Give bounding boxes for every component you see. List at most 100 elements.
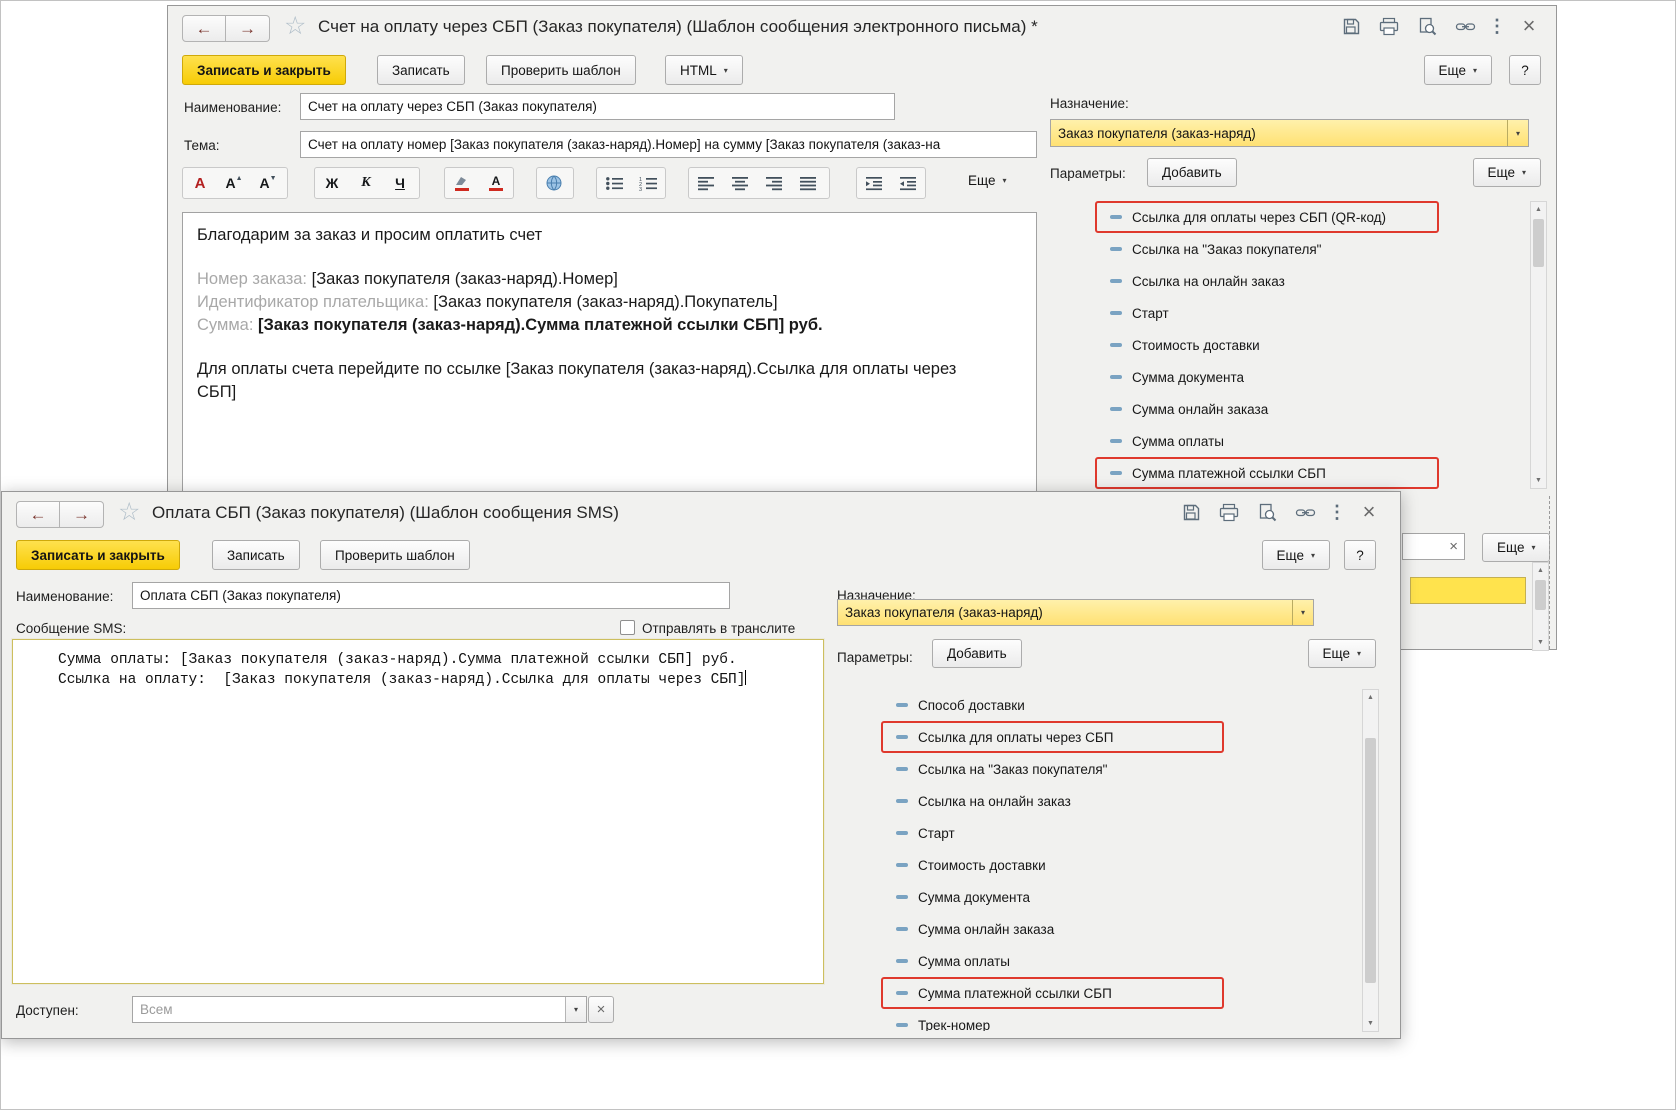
- partial-input[interactable]: ×: [1402, 533, 1465, 560]
- insert-picture-button[interactable]: [537, 168, 571, 198]
- parameter-item[interactable]: Ссылка для оплаты через СБП (QR-код): [1095, 201, 1530, 233]
- underline-button[interactable]: Ч: [383, 168, 417, 198]
- indent-decrease-button[interactable]: [891, 168, 925, 198]
- parameter-item[interactable]: Старт: [881, 817, 1362, 849]
- bold-button[interactable]: Ж: [315, 168, 349, 198]
- check-template-button[interactable]: Проверить шаблон: [486, 55, 636, 85]
- clear-icon[interactable]: ×: [1449, 538, 1458, 555]
- align-right-button[interactable]: [757, 168, 791, 198]
- name-input[interactable]: Счет на оплату через СБП (Заказ покупате…: [300, 93, 895, 120]
- html-mode-button[interactable]: HTML ▾: [665, 55, 743, 85]
- link-icon[interactable]: [1454, 16, 1476, 36]
- clear-available-button[interactable]: ×: [588, 996, 614, 1023]
- scroll-up-icon[interactable]: ▲: [1531, 202, 1546, 217]
- parameter-item[interactable]: Ссылка на онлайн заказ: [1095, 265, 1530, 297]
- parameter-item[interactable]: Сумма платежной ссылки СБП: [1095, 457, 1530, 489]
- scroll-down-icon[interactable]: ▼: [1533, 635, 1548, 650]
- parameter-item[interactable]: Сумма документа: [881, 881, 1362, 913]
- parameter-item[interactable]: Ссылка для оплаты через СБП: [881, 721, 1362, 753]
- help-button[interactable]: ?: [1509, 55, 1541, 85]
- save-icon[interactable]: [1340, 16, 1362, 36]
- parameter-item[interactable]: Старт: [1095, 297, 1530, 329]
- translit-checkbox[interactable]: [620, 620, 635, 635]
- back-button[interactable]: ←: [16, 501, 60, 528]
- preview-icon[interactable]: [1416, 16, 1438, 36]
- params-more-button[interactable]: Еще ▾: [1307, 639, 1376, 668]
- close-icon[interactable]: ×: [1358, 499, 1380, 524]
- increase-font-button[interactable]: А ▲: [217, 168, 251, 198]
- more-button[interactable]: Еще ▾: [1423, 55, 1492, 85]
- parameter-item[interactable]: Стоимость доставки: [881, 849, 1362, 881]
- name-input[interactable]: Оплата СБП (Заказ покупателя): [132, 582, 730, 609]
- purpose-combobox[interactable]: Заказ покупателя (заказ-наряд) ▾: [1050, 119, 1529, 147]
- parameter-item[interactable]: Стоимость доставки: [1095, 329, 1530, 361]
- chevron-down-icon[interactable]: ▾: [565, 997, 586, 1022]
- italic-button[interactable]: К: [349, 168, 383, 198]
- scrollbar-thumb[interactable]: [1533, 219, 1544, 267]
- format-more-button[interactable]: Еще ▾: [968, 173, 1006, 188]
- link-icon[interactable]: [1294, 502, 1316, 522]
- scroll-up-icon[interactable]: ▲: [1363, 690, 1378, 705]
- indent-increase-button[interactable]: [857, 168, 891, 198]
- align-left-button[interactable]: [689, 168, 723, 198]
- more-menu-icon[interactable]: ⋮: [1328, 502, 1346, 522]
- available-combobox[interactable]: Всем ▾: [132, 996, 587, 1023]
- favorite-star-icon[interactable]: ☆: [118, 498, 140, 526]
- decrease-font-button[interactable]: А ▼: [251, 168, 285, 198]
- more-menu-icon[interactable]: ⋮: [1488, 16, 1506, 36]
- save-close-button[interactable]: Записать и закрыть: [182, 55, 346, 85]
- save-icon[interactable]: [1180, 502, 1202, 522]
- parameter-item[interactable]: Ссылка на "Заказ покупателя": [1095, 233, 1530, 265]
- scroll-up-icon[interactable]: ▲: [1533, 563, 1548, 578]
- add-parameter-button[interactable]: Добавить: [1147, 158, 1237, 187]
- numbered-list-button[interactable]: 123: [631, 168, 665, 198]
- highlight-color-button[interactable]: [445, 168, 479, 198]
- parameter-item[interactable]: Сумма оплаты: [881, 945, 1362, 977]
- favorite-star-icon[interactable]: ☆: [284, 12, 306, 40]
- back-button[interactable]: ←: [182, 15, 226, 42]
- align-justify-button[interactable]: [791, 168, 825, 198]
- more-button[interactable]: Еще ▾: [1261, 540, 1330, 570]
- parameter-item[interactable]: Сумма оплаты: [1095, 425, 1530, 457]
- preview-icon[interactable]: [1256, 502, 1278, 522]
- text-color-button[interactable]: А: [479, 168, 513, 198]
- parameter-item[interactable]: Ссылка на "Заказ покупателя": [881, 753, 1362, 785]
- email-params-scrollbar[interactable]: ▲ ▼: [1530, 201, 1547, 489]
- partial-scrollbar[interactable]: ▲ ▼: [1532, 562, 1549, 651]
- print-icon[interactable]: [1218, 502, 1240, 522]
- chevron-down-icon[interactable]: ▾: [1507, 120, 1528, 146]
- save-button[interactable]: Записать: [212, 540, 300, 570]
- save-button[interactable]: Записать: [377, 55, 465, 85]
- subject-input[interactable]: Счет на оплату номер [Заказ покупателя (…: [300, 131, 1037, 158]
- scrollbar-thumb[interactable]: [1535, 580, 1546, 610]
- bullet-list-button[interactable]: [597, 168, 631, 198]
- purpose-combobox[interactable]: Заказ покупателя (заказ-наряд) ▾: [837, 599, 1314, 626]
- chevron-down-icon[interactable]: ▾: [1292, 600, 1313, 625]
- parameter-item[interactable]: Способ доставки: [881, 689, 1362, 721]
- font-color-button[interactable]: А: [183, 168, 217, 198]
- scrollbar-thumb[interactable]: [1365, 738, 1376, 983]
- scroll-down-icon[interactable]: ▼: [1363, 1016, 1378, 1031]
- forward-button[interactable]: →: [60, 501, 104, 528]
- save-close-button[interactable]: Записать и закрыть: [16, 540, 180, 570]
- align-center-button[interactable]: [723, 168, 757, 198]
- parameter-item[interactable]: Сумма документа: [1095, 361, 1530, 393]
- scroll-down-icon[interactable]: ▼: [1531, 473, 1546, 488]
- highlighted-field[interactable]: [1410, 577, 1526, 604]
- parameter-item[interactable]: Ссылка на онлайн заказ: [881, 785, 1362, 817]
- footer-more-button[interactable]: Еще ▾: [1482, 533, 1551, 562]
- sms-params-scrollbar[interactable]: ▲ ▼: [1362, 689, 1379, 1032]
- sms-message-editor[interactable]: Сумма оплаты: [Заказ покупателя (заказ-н…: [12, 639, 824, 984]
- parameter-item[interactable]: Сумма онлайн заказа: [1095, 393, 1530, 425]
- print-icon[interactable]: [1378, 16, 1400, 36]
- params-more-button[interactable]: Еще ▾: [1472, 158, 1541, 187]
- close-icon[interactable]: ×: [1518, 13, 1540, 38]
- parameter-item[interactable]: Трек-номер: [881, 1009, 1362, 1031]
- check-template-button[interactable]: Проверить шаблон: [320, 540, 470, 570]
- parameter-item[interactable]: Сумма платежной ссылки СБП: [881, 977, 1362, 1009]
- insert-group: [536, 167, 574, 199]
- add-parameter-button[interactable]: Добавить: [932, 639, 1022, 668]
- parameter-item[interactable]: Сумма онлайн заказа: [881, 913, 1362, 945]
- help-button[interactable]: ?: [1344, 540, 1376, 570]
- forward-button[interactable]: →: [226, 15, 270, 42]
